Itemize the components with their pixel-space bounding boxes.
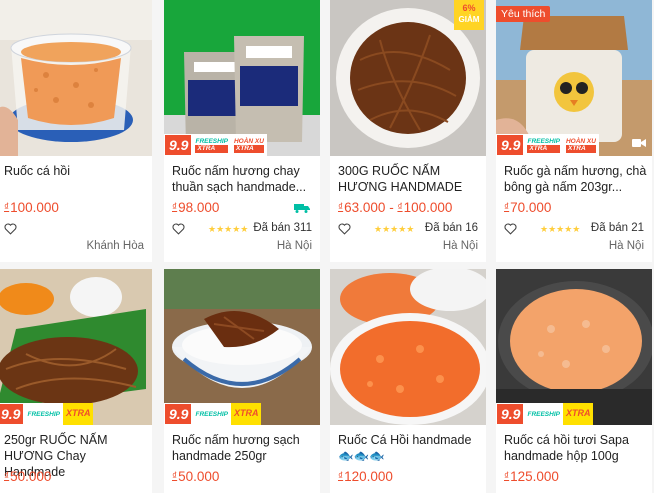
product-image[interactable]: Yêu thích 9.9 FREESHIP XTRA HOÀN XU XTRA [496,0,652,156]
campaign-badge: 9.9 FREESHIP XTRA HOÀN XU XTRA [496,134,599,156]
product-image[interactable]: 9.9 FREESHIP XTRA [164,269,320,425]
favorite-label: Yêu thích [496,6,551,22]
product-grid: Ruốc cá hồi ₫100.000 Khánh Hòa 9.9 FREES… [0,0,654,493]
sold-count: Đã bán 311 [253,222,312,234]
product-location: Khánh Hòa [86,240,144,252]
heart-icon[interactable] [504,223,517,235]
product-image[interactable] [0,0,152,156]
product-card[interactable]: 6% GIẢM 300G RUỐC NẤM HƯƠNG HANDMADE ₫63.… [330,0,486,262]
product-price: ₫63.000 - ₫100.000 [338,200,453,215]
product-location: Hà Nội [608,240,644,252]
product-card[interactable]: Ruốc cá hồi ₫100.000 Khánh Hòa [0,0,152,262]
product-card[interactable]: Yêu thích 9.9 FREESHIP XTRA HOÀN XU XTRA R… [496,0,652,262]
heart-icon[interactable] [172,223,185,235]
product-location: Hà Nội [276,240,312,252]
product-price: ₫50.000 [4,469,52,484]
product-card[interactable]: 9.9 FREESHIP XTRA Ruốc cá hồi tươi Sapa … [496,269,652,493]
product-title[interactable]: Ruốc cá hồi [4,163,148,179]
discount-badge: 6% GIẢM [454,0,484,30]
product-location: Hà Nội [442,240,478,252]
campaign-badge: 9.9 FREESHIP XTRA HOÀN XU XTRA [164,134,267,156]
product-title[interactable]: Ruốc gà nấm hương, chà bông gà nấm 203gr… [504,163,648,195]
product-image[interactable]: 6% GIẢM [330,0,486,156]
product-card[interactable]: 9.9 FREESHIP XTRA 250gr RUỐC NẤM HƯƠNG C… [0,269,152,493]
product-image[interactable]: 9.9 FREESHIP XTRA HOÀN XU XTRA [164,0,320,156]
freeship-truck-icon [294,204,310,213]
heart-icon[interactable] [4,223,17,235]
campaign-badge: 9.9 FREESHIP XTRA [0,403,94,425]
product-title[interactable]: Ruốc nấm hương chay thuần sạch handmade.… [172,163,316,195]
product-price: ₫50.000 [172,469,220,484]
product-image[interactable]: 9.9 FREESHIP XTRA [0,269,152,425]
campaign-badge: 9.9 FREESHIP XTRA [496,403,594,425]
product-image[interactable]: 9.9 FREESHIP XTRA [496,269,652,425]
rating-stars: ★★★★★ [540,224,581,234]
sold-count: Đã bán 21 [590,222,644,234]
product-card[interactable]: 9.9 FREESHIP XTRA HOÀN XU XTRA Ruốc nấm hư… [164,0,320,262]
product-price: ₫98.000 [172,200,220,215]
rating-stars: ★★★★★ [208,224,249,234]
product-image[interactable] [330,269,486,425]
product-price: ₫100.000 [4,200,59,215]
product-title[interactable]: Ruốc cá hồi tươi Sapa handmade hộp 100g [504,432,648,464]
video-icon [632,139,646,147]
rating-stars: ★★★★★ [374,224,415,234]
product-card[interactable]: Ruốc Cá Hồi handmade 🐟🐟🐟 ₫120.000 [330,269,486,493]
sold-count: Đã bán 16 [424,222,478,234]
product-title[interactable]: 300G RUỐC NẤM HƯƠNG HANDMADE [338,163,482,195]
heart-icon[interactable] [338,223,351,235]
campaign-badge: 9.9 FREESHIP XTRA [164,403,262,425]
product-price: ₫125.000 [504,469,559,484]
product-title[interactable]: Ruốc nấm hương sạch handmade 250gr [172,432,316,464]
product-card[interactable]: 9.9 FREESHIP XTRA Ruốc nấm hương sạch ha… [164,269,320,493]
product-title[interactable]: Ruốc Cá Hồi handmade 🐟🐟🐟 [338,432,482,464]
product-price: ₫120.000 [338,469,393,484]
product-price: ₫70.000 [504,200,552,215]
